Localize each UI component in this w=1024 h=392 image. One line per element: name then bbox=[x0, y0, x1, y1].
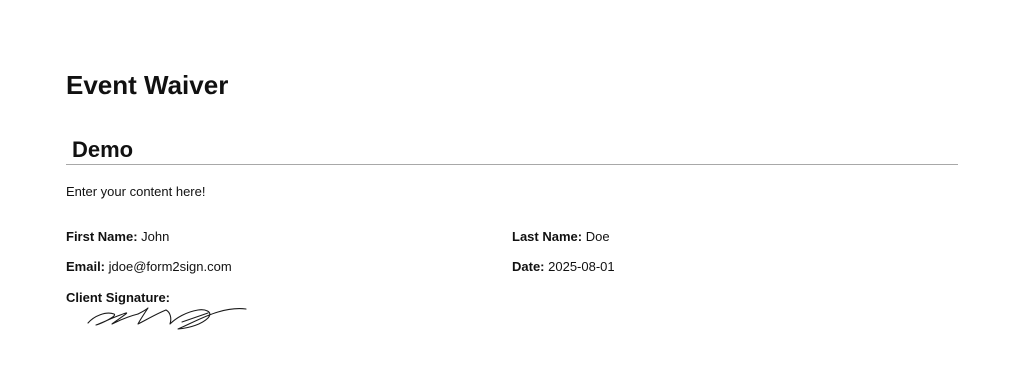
client-signature-image bbox=[87, 307, 247, 330]
section-header: Demo bbox=[66, 137, 958, 165]
first-name-value: John bbox=[141, 229, 170, 244]
section-title: Demo bbox=[72, 137, 134, 162]
email-value: jdoe@form2sign.com bbox=[108, 259, 232, 274]
section-content: Enter your content here! bbox=[66, 184, 206, 199]
last-name-field: Last Name: Doe bbox=[512, 229, 610, 245]
email-field: Email: jdoe@form2sign.com bbox=[66, 259, 232, 275]
waiver-document: Event Waiver Demo Enter your content her… bbox=[0, 0, 1024, 392]
document-title: Event Waiver bbox=[66, 70, 229, 100]
last-name-label: Last Name: bbox=[512, 229, 583, 244]
first-name-field: First Name: John bbox=[66, 229, 169, 245]
date-label: Date: bbox=[512, 259, 545, 274]
first-name-label: First Name: bbox=[66, 229, 138, 244]
date-value: 2025-08-01 bbox=[548, 259, 615, 274]
email-label: Email: bbox=[66, 259, 106, 274]
date-field: Date: 2025-08-01 bbox=[512, 259, 615, 275]
last-name-value: Doe bbox=[585, 229, 610, 244]
